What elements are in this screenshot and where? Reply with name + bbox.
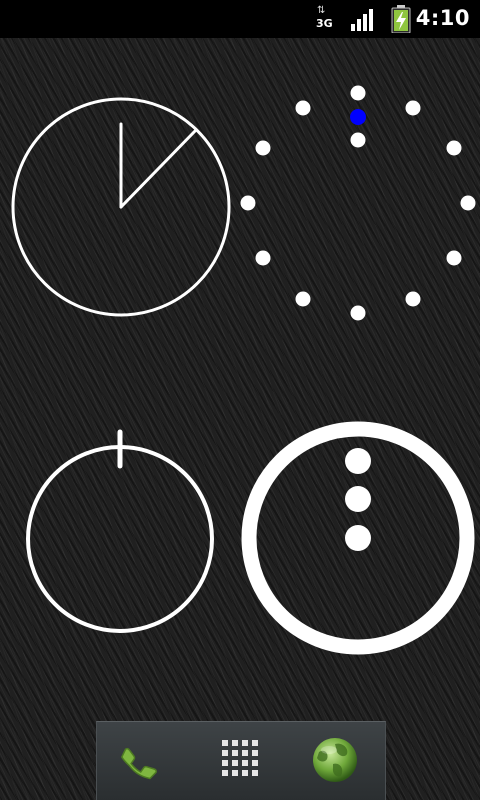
status-clock: 4:10 bbox=[415, 6, 470, 30]
battery-charging-icon bbox=[391, 5, 411, 33]
power-icon bbox=[26, 429, 214, 633]
power-button-widget[interactable] bbox=[22, 428, 218, 638]
home-screen: ⇅ 3G 4:10 bbox=[0, 0, 480, 800]
clock-minute-hand bbox=[119, 128, 198, 209]
network-type-label: 3G bbox=[316, 17, 333, 30]
phone-button[interactable] bbox=[111, 732, 171, 792]
app-drawer-grid-icon bbox=[222, 740, 258, 776]
menu-button-widget[interactable] bbox=[240, 420, 476, 656]
analog-clock-widget[interactable] bbox=[8, 94, 236, 322]
data-activity-icon: ⇅ 3G bbox=[316, 5, 333, 30]
browser-globe-icon bbox=[313, 738, 357, 782]
browser-button[interactable] bbox=[305, 732, 365, 792]
dot-dial-widget[interactable] bbox=[238, 82, 478, 322]
dial-marker-blue bbox=[350, 109, 366, 125]
dock bbox=[96, 721, 386, 800]
phone-icon bbox=[120, 747, 157, 780]
app-drawer-button[interactable] bbox=[211, 732, 271, 792]
signal-strength-icon bbox=[351, 9, 373, 31]
vertical-ellipsis-icon bbox=[345, 448, 371, 551]
status-bar[interactable]: ⇅ 3G 4:10 bbox=[0, 0, 480, 38]
